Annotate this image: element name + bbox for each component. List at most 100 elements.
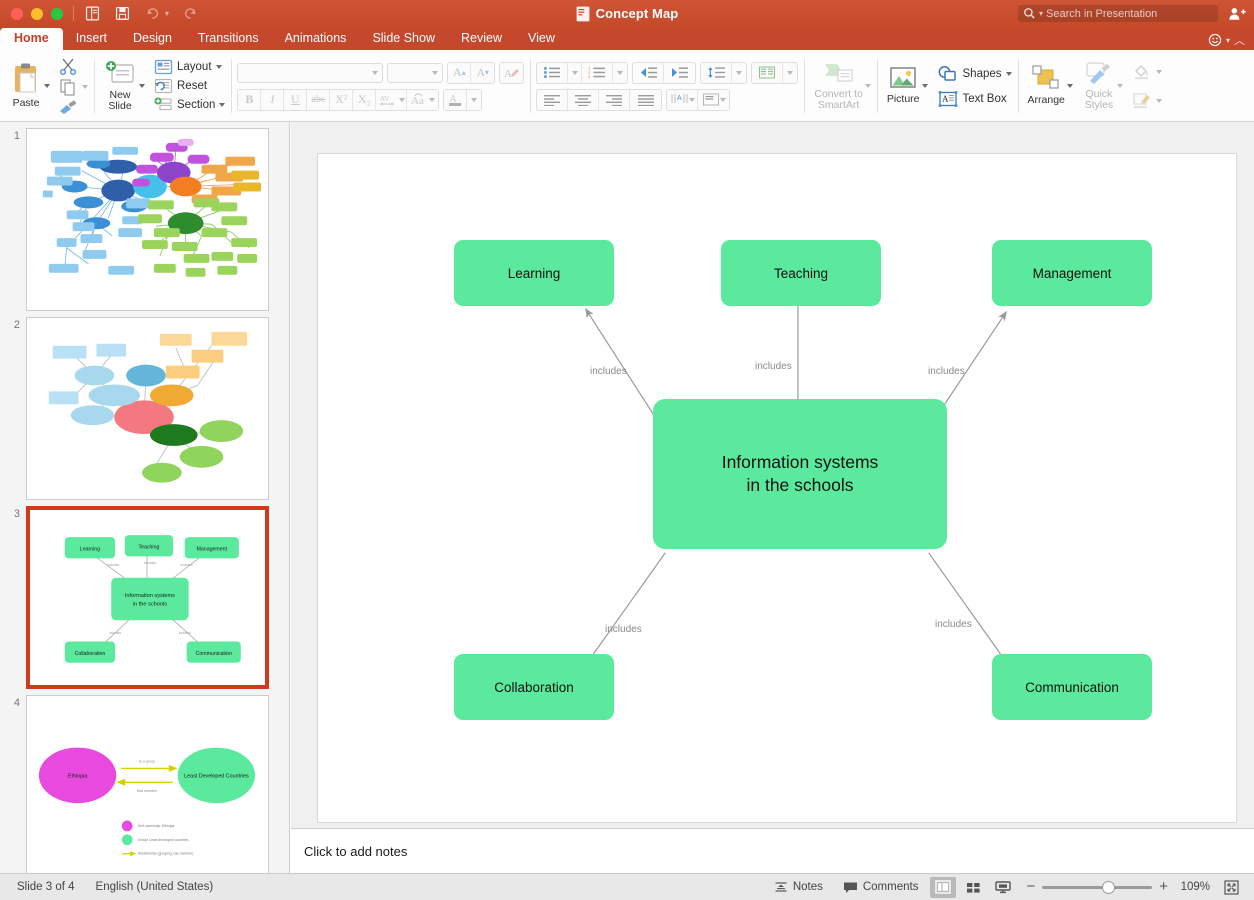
format-painter-button[interactable] — [58, 99, 88, 115]
zoom-out-button[interactable]: − — [1026, 881, 1035, 893]
picture-dropdown-caret[interactable] — [922, 84, 928, 88]
zoom-control[interactable]: − + — [1018, 881, 1176, 893]
italic-button[interactable]: I — [261, 90, 284, 110]
redo-icon[interactable] — [182, 5, 199, 22]
slide-thumb-canvas-3[interactable]: Learning Teaching Management Information… — [26, 506, 269, 689]
tab-home[interactable]: Home — [0, 28, 63, 50]
decrease-indent-button[interactable] — [633, 63, 664, 83]
node-center-information-systems[interactable]: Information systems in the schools — [653, 399, 947, 549]
collapse-ribbon-chevron-icon[interactable]: ︿ — [1234, 32, 1245, 48]
increase-font-size-button[interactable]: A▴ — [448, 63, 471, 83]
cut-button[interactable] — [58, 57, 88, 75]
text-direction-caret[interactable] — [689, 98, 695, 102]
align-text-caret[interactable] — [720, 98, 726, 102]
bullets-button[interactable] — [537, 63, 568, 83]
node-collaboration[interactable]: Collaboration — [454, 654, 614, 720]
shape-fill-caret[interactable] — [1156, 70, 1162, 74]
share-user-icon[interactable] — [1228, 6, 1246, 22]
align-center-button[interactable] — [568, 90, 599, 110]
maximize-window-button[interactable] — [51, 8, 63, 20]
strikethrough-button[interactable]: abc — [307, 90, 330, 110]
new-file-icon[interactable] — [84, 5, 101, 22]
search-input[interactable]: ▾ Search in Presentation — [1018, 5, 1218, 22]
tab-review[interactable]: Review — [448, 28, 515, 50]
quick-styles-button[interactable]: QuickStyles — [1079, 53, 1119, 119]
subscript-button[interactable]: X₂ — [353, 90, 376, 110]
comments-toggle-button[interactable]: Comments — [833, 881, 929, 894]
tab-design[interactable]: Design — [120, 28, 185, 50]
font-size-dropdown-caret[interactable] — [432, 71, 438, 75]
align-right-button[interactable] — [599, 90, 630, 110]
layout-dropdown-caret[interactable] — [216, 65, 222, 69]
shape-fill-button[interactable] — [1132, 63, 1162, 80]
font-name-dropdown-caret[interactable] — [372, 71, 378, 75]
tab-animations[interactable]: Animations — [272, 28, 360, 50]
align-left-button[interactable] — [537, 90, 568, 110]
increase-indent-button[interactable] — [664, 63, 695, 83]
shapes-dropdown-caret[interactable] — [1006, 72, 1012, 76]
normal-view-button[interactable] — [930, 877, 956, 898]
font-name-input[interactable] — [237, 63, 383, 83]
zoom-slider-track[interactable] — [1042, 886, 1152, 889]
smartart-dropdown-caret[interactable] — [865, 84, 871, 88]
zoom-in-button[interactable]: + — [1159, 881, 1168, 893]
slide-thumbnail-4[interactable]: 4 Is a groupHas member Ethiopia Leas — [0, 689, 289, 873]
picture-button[interactable]: Picture — [883, 53, 924, 119]
node-management[interactable]: Management — [992, 240, 1152, 306]
slide-thumbnail-1[interactable]: 1 — [0, 122, 289, 311]
new-slide-button[interactable]: NewSlide — [100, 53, 140, 119]
smiley-dropdown-caret[interactable]: ▾ — [1226, 36, 1230, 45]
search-dropdown-caret[interactable]: ▾ — [1039, 9, 1043, 18]
underline-button[interactable]: U — [284, 90, 307, 110]
tab-transitions[interactable]: Transitions — [185, 28, 272, 50]
character-spacing-caret[interactable] — [399, 98, 405, 102]
numbering-dropdown[interactable] — [613, 63, 627, 83]
change-case-caret[interactable] — [429, 98, 435, 102]
save-icon[interactable] — [114, 5, 131, 22]
font-size-input[interactable] — [387, 63, 443, 83]
node-learning[interactable]: Learning — [454, 240, 614, 306]
zoom-percentage[interactable]: 109% — [1176, 881, 1210, 893]
undo-icon[interactable] — [144, 5, 161, 22]
zoom-slider-knob[interactable] — [1102, 881, 1115, 894]
close-window-button[interactable] — [11, 8, 23, 20]
section-button[interactable]: Section — [154, 97, 225, 113]
slide-thumb-canvas-2[interactable] — [26, 317, 269, 500]
slide-thumbnail-panel[interactable]: 1 — [0, 122, 290, 873]
tab-slide-show[interactable]: Slide Show — [359, 28, 448, 50]
slide-sorter-view-button[interactable] — [960, 877, 986, 898]
clear-formatting-button[interactable]: A — [500, 63, 523, 83]
tab-view[interactable]: View — [515, 28, 568, 50]
slide-thumbnail-2[interactable]: 2 — [0, 311, 289, 500]
columns-dropdown[interactable] — [783, 63, 797, 83]
justify-button[interactable] — [630, 90, 661, 110]
fit-to-window-button[interactable] — [1218, 877, 1244, 898]
notes-toggle-button[interactable]: Notes — [764, 880, 833, 894]
arrange-button[interactable]: Arrange — [1024, 53, 1069, 119]
language-indicator[interactable]: English (United States) — [96, 881, 214, 893]
convert-to-smartart-button[interactable]: Convert toSmartArt — [810, 53, 866, 119]
copy-dropdown-caret[interactable] — [82, 85, 88, 89]
character-spacing-button[interactable]: AV — [376, 90, 407, 110]
arrange-dropdown-caret[interactable] — [1067, 84, 1073, 88]
reset-button[interactable]: Reset — [154, 78, 225, 94]
align-text-button[interactable] — [698, 90, 729, 110]
minimize-window-button[interactable] — [31, 8, 43, 20]
node-communication[interactable]: Communication — [992, 654, 1152, 720]
slide-thumb-canvas-1[interactable] — [26, 128, 269, 311]
slide-canvas[interactable]: Learning Teaching Management Collaborati… — [317, 153, 1237, 823]
feedback-smiley-icon[interactable] — [1208, 33, 1222, 47]
paste-button[interactable]: Paste — [6, 53, 46, 119]
new-slide-dropdown-caret[interactable] — [139, 84, 145, 88]
font-color-button[interactable]: A — [444, 90, 467, 110]
shape-outline-caret[interactable] — [1156, 99, 1162, 103]
text-direction-button[interactable]: A — [667, 90, 698, 110]
shapes-button[interactable]: Shapes — [937, 65, 1012, 83]
columns-button[interactable] — [752, 63, 783, 83]
decrease-font-size-button[interactable]: A▾ — [471, 63, 494, 83]
node-teaching[interactable]: Teaching — [721, 240, 881, 306]
copy-button[interactable] — [58, 78, 88, 96]
bold-button[interactable]: B — [238, 90, 261, 110]
quick-styles-dropdown-caret[interactable] — [1117, 84, 1123, 88]
paste-dropdown-caret[interactable] — [44, 84, 50, 88]
